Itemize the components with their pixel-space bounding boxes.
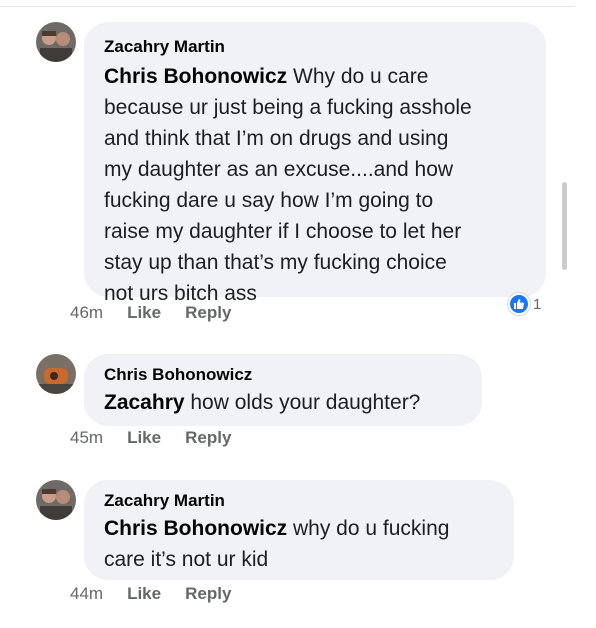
comment-actions: 44m Like Reply (70, 584, 231, 604)
comment-body: Why do u care because ur just being a fu… (104, 65, 472, 305)
scrollbar-thumb[interactable] (562, 182, 567, 270)
like-button[interactable]: Like (127, 303, 161, 323)
reply-button[interactable]: Reply (185, 584, 231, 604)
reaction-count: 1 (533, 295, 542, 313)
thumbs-up-icon (508, 293, 530, 315)
comment-actions: 46m Like Reply (70, 303, 231, 323)
mention-link[interactable]: Zacahry (104, 391, 185, 414)
reply-button[interactable]: Reply (185, 428, 231, 448)
comment-timestamp[interactable]: 45m (70, 428, 103, 448)
comment-text: Zacahry how olds your daughter? (104, 387, 462, 418)
comment-author[interactable]: Chris Bohonowicz (104, 364, 462, 386)
avatar[interactable] (36, 22, 76, 62)
comment-author[interactable]: Zacahry Martin (104, 36, 526, 58)
reaction-summary[interactable]: 1 (508, 293, 541, 315)
comment-timestamp[interactable]: 46m (70, 303, 103, 323)
comment-bubble: Zacahry Martin Chris Bohonowicz why do u… (84, 480, 514, 580)
avatar[interactable] (36, 480, 76, 520)
comment-text: Chris Bohonowicz why do u fucking care i… (104, 513, 494, 575)
comment-bubble: Zacahry Martin Chris Bohonowicz Why do u… (84, 22, 546, 305)
like-button[interactable]: Like (127, 584, 161, 604)
mention-link[interactable]: Chris Bohonowicz (104, 517, 287, 540)
mention-link[interactable]: Chris Bohonowicz (104, 65, 287, 88)
avatar[interactable] (36, 354, 76, 394)
comment-bubble: Chris Bohonowicz Zacahry how olds your d… (84, 354, 482, 426)
comment-actions: 45m Like Reply (70, 428, 231, 448)
reply-button[interactable]: Reply (185, 303, 231, 323)
comment-author[interactable]: Zacahry Martin (104, 490, 494, 512)
comment-timestamp[interactable]: 44m (70, 584, 103, 604)
comment-text: Chris Bohonowicz Why do u care because u… (104, 61, 526, 309)
like-button[interactable]: Like (127, 428, 161, 448)
top-divider (0, 6, 575, 7)
comment-body: how olds your daughter? (184, 391, 421, 414)
